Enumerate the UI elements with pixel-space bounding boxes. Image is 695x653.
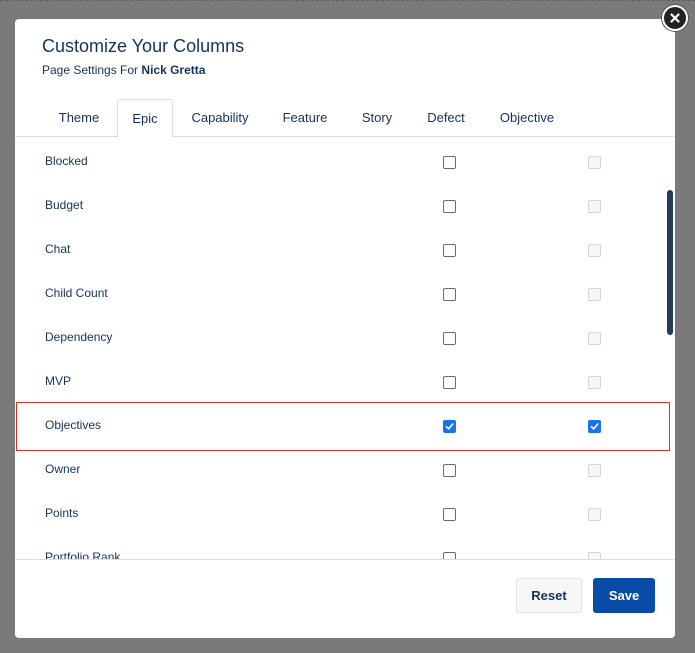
column-row-label: Child Count xyxy=(45,286,108,300)
column-row-label: Objectives xyxy=(45,418,102,432)
column-visible-checkbox[interactable] xyxy=(443,332,456,345)
close-button[interactable] xyxy=(662,5,688,31)
column-visible-checkbox[interactable] xyxy=(443,156,456,169)
column-row-label: Chat xyxy=(45,242,71,256)
scrollbar-thumb[interactable] xyxy=(667,190,673,335)
column-secondary-checkbox xyxy=(588,376,601,389)
subtitle-prefix: Page Settings For xyxy=(42,63,139,77)
column-visible-checkbox[interactable] xyxy=(443,288,456,301)
column-secondary-checkbox xyxy=(588,156,601,169)
column-row: Portfolio Rank xyxy=(15,534,675,559)
column-row: Budget xyxy=(15,182,675,226)
column-visible-checkbox[interactable] xyxy=(443,508,456,521)
column-row: Points xyxy=(15,490,675,534)
tab-theme[interactable]: Theme xyxy=(45,99,113,137)
column-list: Blocked Budget Chat Child Count Dependency MV… xyxy=(15,138,675,559)
save-button[interactable]: Save xyxy=(593,578,655,613)
column-row: Dependency xyxy=(15,314,675,358)
column-secondary-checkbox xyxy=(588,288,601,301)
tab-story[interactable]: Story xyxy=(347,99,407,137)
column-row: Objectives xyxy=(15,402,675,446)
close-icon xyxy=(670,13,680,23)
column-secondary-checkbox[interactable] xyxy=(588,420,601,433)
column-row-label: Blocked xyxy=(45,154,88,168)
column-row-label: Budget xyxy=(45,198,84,212)
checkmark-icon xyxy=(590,423,599,430)
column-visible-checkbox[interactable] xyxy=(443,244,456,257)
reset-button[interactable]: Reset xyxy=(516,578,582,613)
column-row: Child Count xyxy=(15,270,675,314)
tab-feature[interactable]: Feature xyxy=(267,99,343,137)
column-secondary-checkbox xyxy=(588,244,601,257)
dialog-title: Customize Your Columns xyxy=(42,36,245,56)
column-row-label: Owner xyxy=(45,462,81,476)
column-secondary-checkbox xyxy=(588,464,601,477)
column-secondary-checkbox xyxy=(588,552,601,559)
customize-columns-dialog: Customize Your Columns Page Settings For… xyxy=(15,19,675,638)
checkmark-icon xyxy=(445,423,454,430)
column-visible-checkbox[interactable] xyxy=(443,376,456,389)
column-row-label: Portfolio Rank xyxy=(45,550,121,559)
column-secondary-checkbox xyxy=(588,332,601,345)
column-visible-checkbox[interactable] xyxy=(443,200,456,213)
column-secondary-checkbox xyxy=(588,508,601,521)
entity-tabs: Theme Epic Capability Feature Story Defe… xyxy=(15,99,675,138)
tab-defect[interactable]: Defect xyxy=(411,99,481,137)
column-row: Owner xyxy=(15,446,675,490)
tab-epic[interactable]: Epic xyxy=(117,99,173,138)
column-row: MVP xyxy=(15,358,675,402)
user-name: Nick Gretta xyxy=(141,63,206,77)
column-row: Chat xyxy=(15,226,675,270)
tab-capability[interactable]: Capability xyxy=(177,99,263,137)
column-visible-checkbox[interactable] xyxy=(443,552,456,559)
tab-objective[interactable]: Objective xyxy=(485,99,569,137)
column-row: Blocked xyxy=(15,138,675,182)
column-row-label: Dependency xyxy=(45,330,113,344)
backdrop-edge xyxy=(0,0,695,1)
column-secondary-checkbox xyxy=(588,200,601,213)
dialog-subtitle: Page Settings For Nick Gretta xyxy=(42,63,205,77)
column-visible-checkbox[interactable] xyxy=(443,420,456,433)
dialog-footer: Reset Save xyxy=(15,559,675,638)
column-row-label: Points xyxy=(45,506,79,520)
column-row-label: MVP xyxy=(45,374,72,388)
column-visible-checkbox[interactable] xyxy=(443,464,456,477)
